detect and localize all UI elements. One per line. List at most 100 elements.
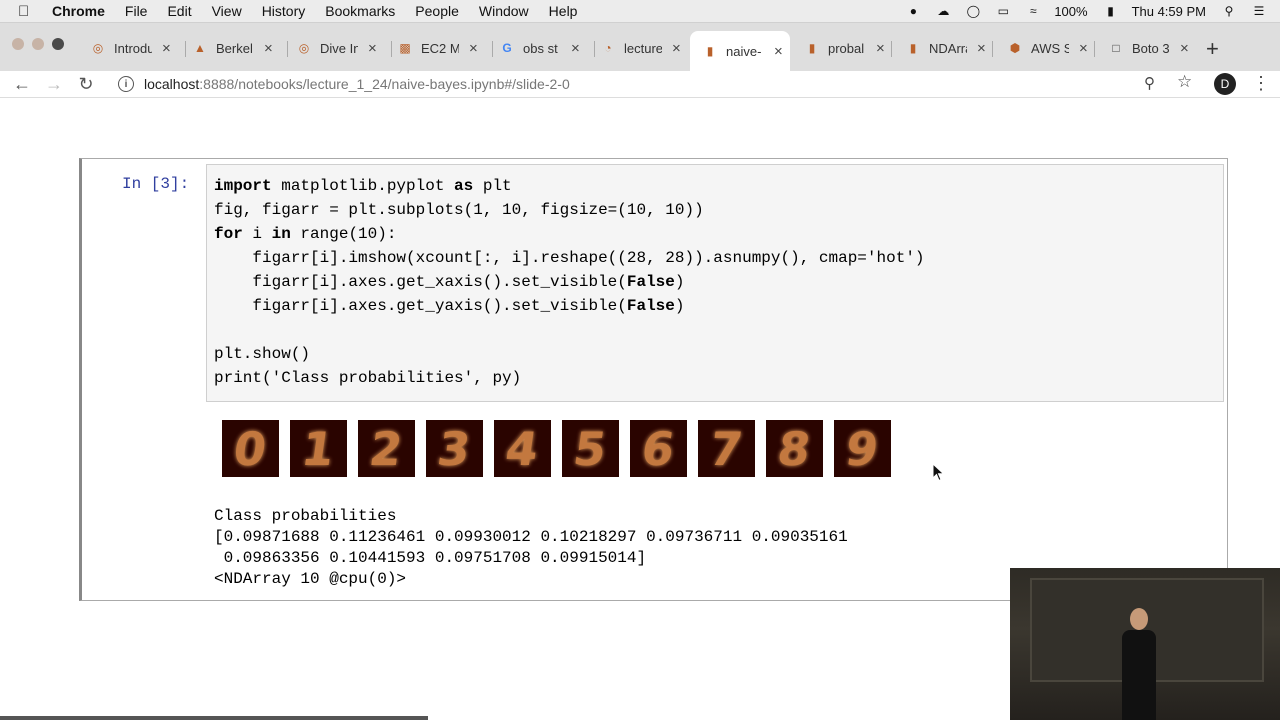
tab-label: AWS S bbox=[1031, 40, 1069, 56]
digit-heatmap-2: 2 bbox=[358, 420, 415, 477]
close-tab-icon[interactable]: × bbox=[672, 40, 681, 57]
output-line: Class probabilities bbox=[214, 507, 397, 525]
tab-label: EC2 M bbox=[421, 40, 459, 56]
menu-people[interactable]: People bbox=[415, 3, 459, 19]
code-line-1: import matplotlib.pyplot as plt bbox=[214, 177, 512, 195]
menu-window[interactable]: Window bbox=[479, 3, 529, 19]
digit-heatmap-7: 7 bbox=[698, 420, 755, 477]
tab-lecture[interactable]: ◔ lecture × bbox=[588, 33, 688, 63]
close-tab-icon[interactable]: × bbox=[876, 40, 885, 57]
tab-aws-s[interactable]: ⬢ AWS S × bbox=[995, 33, 1095, 63]
menu-file[interactable]: File bbox=[125, 3, 148, 19]
digit-heatmap-6: 6 bbox=[630, 420, 687, 477]
back-arrow-icon[interactable]: ← bbox=[10, 71, 34, 97]
code-line-8: plt.show() bbox=[214, 345, 311, 363]
close-window-button[interactable] bbox=[12, 38, 24, 50]
globe-icon: ◎ bbox=[298, 41, 310, 55]
wifi-icon[interactable]: ≈ bbox=[1024, 4, 1042, 18]
code-text: figarr[i].axes.get_yaxis().set_visible( bbox=[214, 297, 627, 315]
tab-strip: ◎ Introdu × ▲ Berkel × ◎ Dive In × ▩ EC2 M × Gob… bbox=[0, 23, 1280, 71]
browser-toolbar: ← → ↻ i localhost:8888/notebooks/lecture… bbox=[0, 71, 1280, 98]
tab-obs[interactable]: Gobs st × bbox=[487, 33, 595, 63]
close-tab-icon[interactable]: × bbox=[977, 40, 986, 57]
tab-label: Introdu bbox=[114, 40, 152, 56]
tab-label: naive- bbox=[726, 43, 762, 59]
menu-history[interactable]: History bbox=[262, 3, 306, 19]
tab-dive-into[interactable]: ◎ Dive In × bbox=[284, 33, 392, 63]
bookmark-star-icon[interactable]: ☆ bbox=[1177, 72, 1192, 92]
digit-heatmap-row: 0 1 2 3 4 5 6 7 8 9 bbox=[222, 420, 902, 477]
tab-probability[interactable]: ▮ probal × bbox=[792, 33, 892, 63]
battery-percent: 100% bbox=[1054, 3, 1088, 19]
menu-bookmarks[interactable]: Bookmarks bbox=[325, 3, 395, 19]
notification-center-icon[interactable]: ☰ bbox=[1250, 4, 1268, 18]
menu-edit[interactable]: Edit bbox=[167, 3, 191, 19]
code-line-2: fig, figarr = plt.subplots(1, 10, figsiz… bbox=[214, 201, 704, 219]
digit-heatmap-4: 4 bbox=[494, 420, 551, 477]
close-tab-icon[interactable]: × bbox=[469, 40, 478, 57]
airplay-icon[interactable]: ▭ bbox=[994, 4, 1012, 18]
code-line-3: for i in range(10): bbox=[214, 225, 396, 243]
clock[interactable]: Thu 4:59 PM bbox=[1132, 4, 1206, 19]
tab-ec2[interactable]: ▩ EC2 M × bbox=[385, 33, 493, 63]
digit-glyph: 7 bbox=[706, 421, 747, 476]
chrome-menu-icon[interactable]: ⋮ bbox=[1252, 73, 1270, 94]
tab-label: lecture bbox=[624, 40, 662, 56]
site-info-icon[interactable]: i bbox=[118, 76, 134, 92]
tab-label: Berkel bbox=[216, 40, 253, 56]
globe-status-icon[interactable]: ◯ bbox=[964, 4, 982, 18]
close-tab-icon[interactable]: × bbox=[264, 40, 273, 57]
reload-icon[interactable]: ↻ bbox=[74, 71, 98, 97]
code-line-9: print('Class probabilities', py) bbox=[214, 369, 522, 387]
apple-icon[interactable]:  bbox=[18, 3, 38, 20]
minimize-window-button[interactable] bbox=[32, 38, 44, 50]
code-text: figarr[i].axes.get_xaxis().set_visible( bbox=[214, 273, 627, 291]
keyword: for bbox=[214, 225, 243, 243]
tab-berkeley[interactable]: ▲ Berkel × bbox=[180, 33, 288, 63]
close-tab-icon[interactable]: × bbox=[774, 43, 783, 60]
forward-arrow-icon[interactable]: → bbox=[42, 71, 66, 97]
webcam-overlay bbox=[1010, 568, 1280, 720]
address-bar[interactable]: i localhost:8888/notebooks/lecture_1_24/… bbox=[112, 71, 1210, 97]
digit-glyph: 3 bbox=[434, 421, 475, 476]
menu-app-name[interactable]: Chrome bbox=[52, 3, 105, 19]
menu-bar:  Chrome File Edit View History Bookmark… bbox=[0, 0, 1280, 23]
aws-icon: ⬢ bbox=[1009, 41, 1021, 55]
tab-ndarray[interactable]: ▮ NDArra × bbox=[893, 33, 993, 63]
zoom-icon[interactable]: ⚲ bbox=[1144, 74, 1155, 92]
battery-icon[interactable]: ▮ bbox=[1102, 4, 1120, 18]
tab-naive-bayes[interactable]: ▮ naive- × bbox=[690, 31, 790, 71]
output-line: <NDArray 10 @cpu(0)> bbox=[214, 570, 407, 588]
code-text: plt bbox=[473, 177, 512, 195]
fullscreen-window-button[interactable] bbox=[52, 38, 64, 50]
tab-boto3[interactable]: □ Boto 3 × bbox=[1096, 33, 1196, 63]
close-tab-icon[interactable]: × bbox=[571, 40, 580, 57]
jupyter-icon: ▮ bbox=[808, 41, 816, 55]
tab-introduction[interactable]: ◎ Introdu × bbox=[78, 33, 186, 63]
code-text: ) bbox=[674, 297, 685, 315]
spotlight-search-icon[interactable]: ⚲ bbox=[1220, 4, 1238, 18]
close-tab-icon[interactable]: × bbox=[1180, 40, 1189, 57]
digit-glyph: 1 bbox=[298, 421, 339, 476]
profile-avatar[interactable]: D bbox=[1214, 73, 1236, 95]
keyword: in bbox=[271, 225, 291, 243]
aws-icon: ▩ bbox=[399, 41, 411, 55]
close-tab-icon[interactable]: × bbox=[1079, 40, 1088, 57]
horizontal-scrollbar[interactable] bbox=[0, 716, 428, 720]
menu-help[interactable]: Help bbox=[549, 3, 578, 19]
digit-heatmap-1: 1 bbox=[290, 420, 347, 477]
digit-glyph: 2 bbox=[366, 421, 407, 476]
digit-heatmap-9: 9 bbox=[834, 420, 891, 477]
close-tab-icon[interactable]: × bbox=[368, 40, 377, 57]
output-line: [0.09871688 0.11236461 0.09930012 0.1021… bbox=[214, 528, 848, 546]
keyword: False bbox=[626, 297, 675, 315]
cloud-icon[interactable]: ☁ bbox=[934, 4, 952, 18]
tab-label: probal bbox=[828, 40, 865, 56]
document-icon: □ bbox=[1112, 41, 1120, 55]
status-app-icon[interactable]: ● bbox=[904, 4, 922, 18]
globe-icon: ◎ bbox=[92, 41, 104, 55]
close-tab-icon[interactable]: × bbox=[162, 40, 171, 57]
keyword: False bbox=[626, 273, 675, 291]
new-tab-button[interactable]: + bbox=[1206, 36, 1219, 62]
menu-view[interactable]: View bbox=[212, 3, 242, 19]
